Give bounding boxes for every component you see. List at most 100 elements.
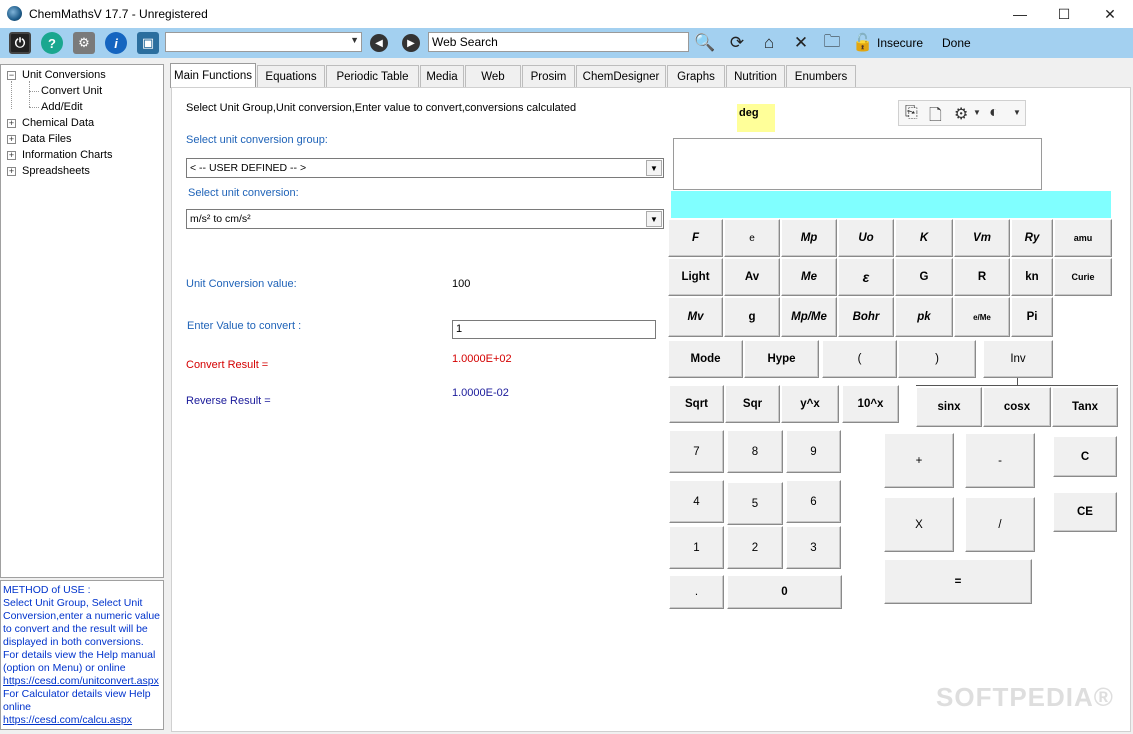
toolbar-combo[interactable]: ▼ (165, 32, 362, 52)
const-button[interactable]: pk (895, 297, 953, 337)
sin-button[interactable]: sinx (916, 387, 982, 427)
equals-button[interactable]: = (884, 559, 1032, 604)
digit-6-button[interactable]: 6 (786, 480, 841, 523)
search-icon[interactable]: 🔍 (694, 33, 716, 53)
divide-button[interactable]: / (965, 497, 1035, 552)
tree-item-add-edit[interactable]: Add/Edit (41, 101, 83, 113)
cos-button[interactable]: cosx (983, 387, 1051, 427)
tab-graphs[interactable]: Graphs (667, 65, 725, 87)
const-button[interactable]: Mp/Me (781, 297, 837, 337)
mode-button[interactable]: Mode (668, 340, 743, 378)
tab-media[interactable]: Media (420, 65, 464, 87)
const-button[interactable]: kn (1011, 258, 1053, 296)
digit-7-button[interactable]: 7 (669, 430, 724, 473)
const-button[interactable]: g (724, 297, 780, 337)
new-file-icon[interactable]: 🗋 (929, 104, 942, 131)
hype-button[interactable]: Hype (744, 340, 819, 378)
const-button[interactable]: Mp (781, 219, 837, 257)
tab-prosim[interactable]: Prosim (522, 65, 575, 87)
digit-3-button[interactable]: 3 (786, 526, 841, 569)
tab-equations[interactable]: Equations (257, 65, 325, 87)
const-button[interactable]: Uo (838, 219, 894, 257)
tree-item-chemical-data[interactable]: Chemical Data (22, 117, 94, 129)
unit-group-select[interactable]: < -- USER DEFINED -- > ▼ (186, 158, 664, 178)
multiply-button[interactable]: X (884, 497, 954, 552)
unitconvert-link[interactable]: https://cesd.com/unitconvert.aspx (3, 675, 161, 688)
value-input[interactable]: 1 (452, 320, 656, 339)
subtract-button[interactable]: - (965, 433, 1035, 488)
tree-item-convert-unit[interactable]: Convert Unit (41, 85, 102, 97)
digit-9-button[interactable]: 9 (786, 430, 841, 473)
digit-5-button[interactable]: 5 (727, 482, 783, 525)
gear-icon[interactable]: ⚙ (954, 104, 968, 124)
tab-nutrition[interactable]: Nutrition (726, 65, 785, 87)
const-button[interactable]: e (724, 219, 780, 257)
maximize-button[interactable]: ☐ (1041, 0, 1087, 28)
calculator-display[interactable] (673, 138, 1042, 190)
const-button[interactable]: K (895, 219, 953, 257)
tab-web[interactable]: Web (465, 65, 521, 87)
close-button[interactable]: ✕ (1087, 0, 1133, 28)
expand-icon[interactable]: + (7, 167, 16, 176)
sqr-button[interactable]: Sqr (725, 385, 780, 423)
monitor-icon[interactable]: ▣ (137, 32, 159, 54)
collapse-icon[interactable]: − (7, 71, 16, 80)
tree-item-spreadsheets[interactable]: Spreadsheets (22, 165, 90, 177)
tab-chemdesigner[interactable]: ChemDesigner (576, 65, 666, 87)
forward-icon[interactable]: ▶ (402, 34, 420, 52)
chevron-down-icon[interactable]: ▼ (1013, 108, 1021, 117)
digit-4-button[interactable]: 4 (669, 480, 724, 523)
calcu-link[interactable]: https://cesd.com/calcu.aspx (3, 714, 161, 727)
back-icon[interactable]: ◀ (370, 34, 388, 52)
tab-periodic-table[interactable]: Periodic Table (326, 65, 419, 87)
digit-1-button[interactable]: 1 (669, 526, 724, 569)
const-button[interactable]: Av (724, 258, 780, 296)
const-button[interactable]: ε (838, 258, 894, 296)
tree-item-information-charts[interactable]: Information Charts (22, 149, 112, 161)
tab-enumbers[interactable]: Enumbers (786, 65, 856, 87)
digit-0-button[interactable]: 0 (727, 575, 842, 609)
expand-icon[interactable]: + (7, 135, 16, 144)
const-button[interactable]: R (954, 258, 1010, 296)
const-button[interactable]: Pi (1011, 297, 1053, 337)
power-button[interactable]: y^x (781, 385, 839, 423)
const-button[interactable]: Curie (1054, 258, 1112, 296)
const-button[interactable]: F (668, 219, 723, 257)
const-button[interactable]: Light (668, 258, 723, 296)
tab-main-functions[interactable]: Main Functions (170, 63, 256, 88)
angle-mode-indicator[interactable]: deg (737, 104, 775, 132)
chevron-down-icon[interactable]: ▼ (973, 108, 981, 117)
tree-item-unit-conversions[interactable]: Unit Conversions (22, 69, 106, 81)
globe-icon[interactable]: ◐ (989, 104, 999, 122)
const-button[interactable]: e/Me (954, 297, 1010, 337)
const-button[interactable]: G (895, 258, 953, 296)
digit-8-button[interactable]: 8 (727, 430, 783, 473)
const-button[interactable]: Vm (954, 219, 1010, 257)
stop-icon[interactable]: ✕ (790, 33, 812, 53)
expand-icon[interactable]: + (7, 119, 16, 128)
settings-search-icon[interactable]: ⚙ (73, 32, 95, 54)
ten-power-button[interactable]: 10^x (842, 385, 899, 423)
expand-icon[interactable]: + (7, 151, 16, 160)
refresh-icon[interactable]: ⟳ (726, 33, 748, 53)
inv-button[interactable]: Inv (983, 340, 1053, 378)
const-button[interactable]: Bohr (838, 297, 894, 337)
const-button[interactable]: Me (781, 258, 837, 296)
const-button[interactable]: Ry (1011, 219, 1053, 257)
const-button[interactable]: Mv (668, 297, 723, 337)
add-button[interactable]: + (884, 433, 954, 488)
power-icon[interactable]: ⏻ (9, 32, 31, 54)
home-icon[interactable]: ⌂ (758, 33, 780, 53)
clear-entry-button[interactable]: CE (1053, 492, 1117, 532)
info-icon[interactable]: i (105, 32, 127, 54)
decimal-button[interactable]: . (669, 575, 724, 609)
web-search-input[interactable]: Web Search (428, 32, 689, 52)
digit-2-button[interactable]: 2 (727, 526, 783, 569)
new-folder-icon[interactable]: 🗀 (821, 32, 843, 53)
sqrt-button[interactable]: Sqrt (669, 385, 724, 423)
help-icon[interactable]: ? (41, 32, 63, 54)
const-button[interactable]: amu (1054, 219, 1112, 257)
unit-conversion-select[interactable]: m/s² to cm/s² ▼ (186, 209, 664, 229)
tan-button[interactable]: Tanx (1052, 387, 1118, 427)
close-paren-button[interactable]: ) (898, 340, 976, 378)
